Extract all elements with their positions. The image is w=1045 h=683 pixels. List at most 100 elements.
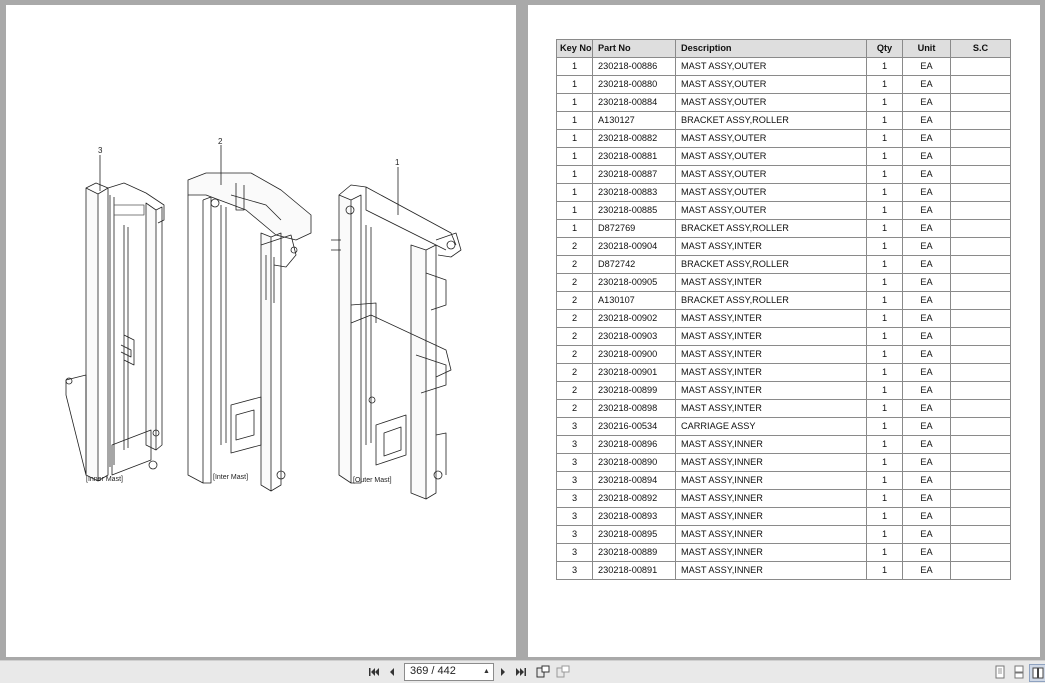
table-row: 3 230218-00889 MAST ASSY,INNER 1 EA xyxy=(556,543,1011,562)
cell-sc xyxy=(950,111,1011,130)
cell-description: BRACKET ASSY,ROLLER xyxy=(675,291,867,310)
page-number-select[interactable]: 369 / 442 ▲ xyxy=(404,663,494,681)
first-page-icon xyxy=(369,668,379,676)
table-row: 2 230218-00901 MAST ASSY,INTER 1 EA xyxy=(556,363,1011,382)
cell-description: CARRIAGE ASSY xyxy=(675,417,867,436)
cell-key-no: 2 xyxy=(556,399,593,418)
rotate-button[interactable] xyxy=(535,664,551,680)
cell-part-no: 230218-00885 xyxy=(592,201,676,220)
cell-part-no: A130107 xyxy=(592,291,676,310)
header-sc: S.C xyxy=(950,39,1011,58)
cell-key-no: 2 xyxy=(556,345,593,364)
rotate-disabled-button[interactable] xyxy=(555,664,571,680)
cell-part-no: 230218-00889 xyxy=(592,543,676,562)
cell-unit: EA xyxy=(902,255,951,274)
table-row: 3 230218-00893 MAST ASSY,INNER 1 EA xyxy=(556,507,1011,526)
table-header-row: Key No Part No Description Qty Unit S.C xyxy=(556,39,1011,58)
header-description: Description xyxy=(675,39,867,58)
cell-description: MAST ASSY,INNER xyxy=(675,525,867,544)
cell-key-no: 1 xyxy=(556,219,593,238)
cell-sc xyxy=(950,183,1011,202)
table-row: 2 230218-00898 MAST ASSY,INTER 1 EA xyxy=(556,399,1011,418)
cell-unit: EA xyxy=(902,219,951,238)
table-row: 1 A130127 BRACKET ASSY,ROLLER 1 EA xyxy=(556,111,1011,130)
cell-qty: 1 xyxy=(866,111,903,130)
cell-key-no: 3 xyxy=(556,507,593,526)
cell-part-no: 230218-00898 xyxy=(592,399,676,418)
cell-unit: EA xyxy=(902,237,951,256)
single-page-view-button[interactable] xyxy=(992,664,1008,680)
header-part-no: Part No xyxy=(592,39,676,58)
cell-unit: EA xyxy=(902,147,951,166)
cell-qty: 1 xyxy=(866,453,903,472)
cell-part-no: 230216-00534 xyxy=(592,417,676,436)
cell-part-no: 230218-00900 xyxy=(592,345,676,364)
continuous-view-button[interactable] xyxy=(1011,664,1027,680)
cell-qty: 1 xyxy=(866,489,903,508)
cell-sc xyxy=(950,75,1011,94)
cell-part-no: 230218-00881 xyxy=(592,147,676,166)
cell-unit: EA xyxy=(902,525,951,544)
cell-description: MAST ASSY,INNER xyxy=(675,507,867,526)
cell-description: MAST ASSY,OUTER xyxy=(675,129,867,148)
cell-part-no: 230218-00890 xyxy=(592,453,676,472)
next-page-button[interactable] xyxy=(495,664,511,680)
cell-key-no: 2 xyxy=(556,255,593,274)
cell-sc xyxy=(950,273,1011,292)
cell-qty: 1 xyxy=(866,291,903,310)
header-key-no: Key No xyxy=(556,39,593,58)
cell-description: MAST ASSY,INTER xyxy=(675,381,867,400)
cell-qty: 1 xyxy=(866,255,903,274)
table-row: 2 230218-00905 MAST ASSY,INTER 1 EA xyxy=(556,273,1011,292)
cell-description: MAST ASSY,INNER xyxy=(675,471,867,490)
cell-part-no: 230218-00901 xyxy=(592,363,676,382)
chevron-updown-icon: ▲ xyxy=(483,668,490,675)
cell-key-no: 3 xyxy=(556,435,593,454)
cell-part-no: 230218-00902 xyxy=(592,309,676,328)
cell-sc xyxy=(950,525,1011,544)
cell-part-no: 230218-00887 xyxy=(592,165,676,184)
outer-mast-figure xyxy=(331,167,462,500)
table-row: 1 230218-00884 MAST ASSY,OUTER 1 EA xyxy=(556,93,1011,112)
cell-unit: EA xyxy=(902,309,951,328)
cell-sc xyxy=(950,147,1011,166)
cell-sc xyxy=(950,237,1011,256)
cell-part-no: 230218-00884 xyxy=(592,93,676,112)
cell-key-no: 2 xyxy=(556,291,593,310)
cell-part-no: 230218-00894 xyxy=(592,471,676,490)
cell-description: MAST ASSY,OUTER xyxy=(675,93,867,112)
rotate-icon xyxy=(536,665,550,678)
cell-key-no: 2 xyxy=(556,363,593,382)
table-row: 1 230218-00882 MAST ASSY,OUTER 1 EA xyxy=(556,129,1011,148)
cell-qty: 1 xyxy=(866,57,903,76)
cell-unit: EA xyxy=(902,111,951,130)
header-unit: Unit xyxy=(902,39,951,58)
cell-description: MAST ASSY,INTER xyxy=(675,363,867,382)
table-row: 3 230218-00890 MAST ASSY,INNER 1 EA xyxy=(556,453,1011,472)
left-page: 3 2 1 [Inner Mast] [Inter Mast] [Outer M… xyxy=(6,5,516,657)
first-page-button[interactable] xyxy=(366,664,382,680)
last-page-button[interactable] xyxy=(513,664,529,680)
cell-unit: EA xyxy=(902,93,951,112)
cell-qty: 1 xyxy=(866,381,903,400)
cell-key-no: 3 xyxy=(556,543,593,562)
cell-key-no: 2 xyxy=(556,237,593,256)
cell-sc xyxy=(950,417,1011,436)
table-row: 2 D872742 BRACKET ASSY,ROLLER 1 EA xyxy=(556,255,1011,274)
cell-sc xyxy=(950,345,1011,364)
cell-unit: EA xyxy=(902,435,951,454)
prev-page-button[interactable] xyxy=(384,664,400,680)
next-page-icon xyxy=(501,668,505,676)
cell-description: BRACKET ASSY,ROLLER xyxy=(675,255,867,274)
cell-qty: 1 xyxy=(866,525,903,544)
table-row: 3 230218-00891 MAST ASSY,INNER 1 EA xyxy=(556,561,1011,580)
cell-sc xyxy=(950,561,1011,580)
cell-sc xyxy=(950,201,1011,220)
cell-key-no: 2 xyxy=(556,273,593,292)
cell-unit: EA xyxy=(902,363,951,382)
cell-qty: 1 xyxy=(866,309,903,328)
facing-pages-view-button[interactable] xyxy=(1029,664,1045,682)
cell-qty: 1 xyxy=(866,435,903,454)
cell-key-no: 3 xyxy=(556,561,593,580)
cell-description: MAST ASSY,INTER xyxy=(675,237,867,256)
